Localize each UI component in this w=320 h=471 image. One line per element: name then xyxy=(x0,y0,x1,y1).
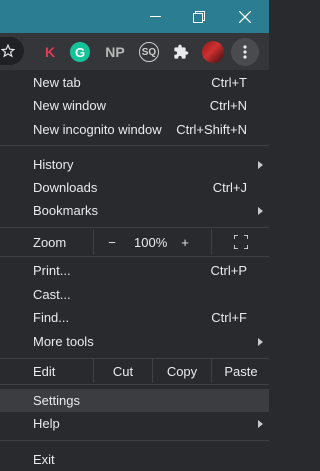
menu-item-label: New tab xyxy=(33,75,81,90)
menu-item-help[interactable]: Help xyxy=(0,412,269,435)
menu-item-settings[interactable]: Settings xyxy=(0,389,269,412)
zoom-out-button[interactable]: − xyxy=(93,229,130,255)
profile-avatar[interactable] xyxy=(200,39,226,65)
cut-label: Cut xyxy=(112,363,134,379)
menu-item-print[interactable]: Print... Ctrl+P xyxy=(0,259,269,282)
minimize-icon xyxy=(149,16,161,17)
menu-item-cast[interactable]: Cast... xyxy=(0,283,269,306)
copy-label: Copy xyxy=(166,363,198,379)
menu-item-label: New incognito window xyxy=(33,122,162,137)
menu-item-label: Settings xyxy=(33,393,80,408)
minimize-button[interactable] xyxy=(133,0,177,33)
restore-icon xyxy=(193,10,205,23)
extensions-puzzle-icon[interactable] xyxy=(168,39,194,65)
submenu-arrow-icon xyxy=(258,419,263,428)
menu-item-find[interactable]: Find... Ctrl+F xyxy=(0,306,269,329)
shortcut-label: Ctrl+Shift+N xyxy=(176,122,247,137)
shortcut-label: Ctrl+N xyxy=(209,98,247,113)
window-titlebar xyxy=(0,0,269,33)
browser-toolbar: K G NP SQ xyxy=(0,33,269,70)
paste-label: Paste xyxy=(224,363,258,379)
cut-button[interactable]: Cut xyxy=(93,359,152,383)
menu-item-label: History xyxy=(33,157,74,172)
menu-item-label: Bookmarks xyxy=(33,203,99,218)
more-vert-icon xyxy=(243,45,247,59)
close-window-button[interactable] xyxy=(223,0,267,33)
zoom-level-value: 100% xyxy=(134,234,168,250)
menu-item-label: Print... xyxy=(33,263,71,278)
paste-button[interactable]: Paste xyxy=(211,359,270,383)
menu-item-zoom: Zoom − 100% + xyxy=(0,229,269,255)
menu-item-label: Help xyxy=(33,416,60,431)
menu-item-history[interactable]: History xyxy=(0,153,269,176)
close-icon xyxy=(239,10,251,23)
restore-button[interactable] xyxy=(177,0,221,33)
menu-item-label: Edit xyxy=(33,363,56,379)
submenu-arrow-icon xyxy=(258,160,263,169)
menu-item-bookmarks[interactable]: Bookmarks xyxy=(0,199,269,222)
menu-item-label: Cast... xyxy=(33,287,71,302)
shortcut-label: Ctrl+T xyxy=(211,75,247,90)
menu-item-label: More tools xyxy=(33,334,94,349)
menu-divider xyxy=(0,256,269,257)
shortcut-label: Ctrl+J xyxy=(212,180,247,195)
menu-divider xyxy=(0,145,269,146)
zoom-in-label: + xyxy=(181,234,189,250)
menu-divider xyxy=(0,440,269,441)
menu-item-new-tab[interactable]: New tab Ctrl+T xyxy=(0,71,269,94)
zoom-in-button[interactable]: + xyxy=(170,229,200,255)
shortcut-label: Ctrl+P xyxy=(210,263,247,278)
menu-item-new-incognito-window[interactable]: New incognito window Ctrl+Shift+N xyxy=(0,118,269,141)
menu-item-edit: Edit Cut Copy Paste xyxy=(0,359,269,383)
menu-item-label: Downloads xyxy=(33,180,98,195)
menu-item-label: Exit xyxy=(33,452,55,467)
customize-menu-button[interactable] xyxy=(231,38,259,66)
omnibox-edge[interactable] xyxy=(0,37,24,65)
menu-item-new-window[interactable]: New window Ctrl+N xyxy=(0,94,269,117)
bookmark-star-icon xyxy=(1,44,15,58)
menu-item-label: Find... xyxy=(33,310,70,325)
menu-item-more-tools[interactable]: More tools xyxy=(0,330,269,353)
browser-menu: New tab Ctrl+T New window Ctrl+N New inc… xyxy=(0,70,269,468)
menu-divider xyxy=(0,384,269,385)
fullscreen-button[interactable] xyxy=(211,229,270,255)
extension-k-icon[interactable]: K xyxy=(37,39,63,65)
zoom-out-label: − xyxy=(108,234,116,250)
copy-button[interactable]: Copy xyxy=(152,359,211,383)
extension-np-icon[interactable]: NP xyxy=(102,39,128,65)
submenu-arrow-icon xyxy=(258,337,263,346)
fullscreen-icon xyxy=(234,235,248,249)
submenu-arrow-icon xyxy=(258,206,263,215)
extension-grammarly-icon[interactable]: G xyxy=(67,39,93,65)
menu-item-downloads[interactable]: Downloads Ctrl+J xyxy=(0,176,269,199)
menu-item-label: New window xyxy=(33,98,106,113)
menu-item-label: Zoom xyxy=(33,234,67,250)
extension-sq-icon[interactable]: SQ xyxy=(136,39,162,65)
shortcut-label: Ctrl+F xyxy=(211,310,247,325)
menu-divider xyxy=(0,227,269,228)
